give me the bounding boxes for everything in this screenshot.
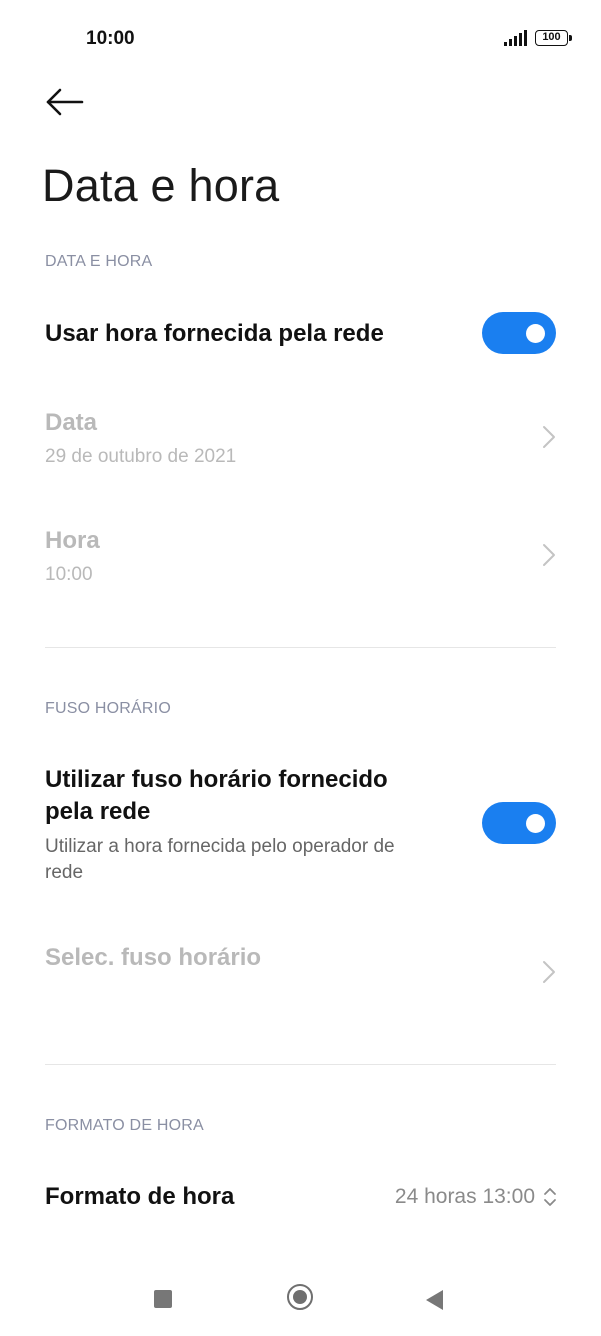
chevron-right-icon [543,544,555,566]
recents-square-icon[interactable] [154,1290,172,1308]
back-arrow-icon[interactable] [46,86,84,118]
time-label: Hora [45,527,100,554]
time-format-selector[interactable]: 24 horas 13:00 [395,1185,557,1209]
time-format-value: 24 horas 13:00 [394,1185,535,1208]
network-timezone-label-line2: pela rede [45,798,151,825]
section-divider [45,647,556,648]
time-format-row[interactable]: Formato de hora 24 horas 13:00 [0,1165,601,1231]
date-label: Data [45,409,98,436]
date-row[interactable]: Data 29 de outubro de 2021 [0,400,601,480]
chevron-right-icon [543,961,555,983]
toggle-knob [526,324,545,343]
status-time: 10:00 [86,28,135,49]
date-value: 29 de outubro de 2021 [45,446,237,467]
battery-tip [569,35,572,41]
home-circle-icon[interactable] [287,1284,313,1310]
network-timezone-row[interactable]: Utilizar fuso horário fornecido pela red… [0,760,601,890]
select-timezone-row[interactable]: Selec. fuso horário [0,930,601,1010]
section-heading-date-time: DATA E HORA [45,253,153,270]
section-divider [45,1064,556,1065]
page-title: Data e hora [42,160,280,211]
network-time-toggle[interactable] [482,312,556,354]
network-timezone-desc-line1: Utilizar a hora fornecida pelo operador … [45,836,395,857]
back-triangle-icon[interactable] [426,1290,443,1310]
network-time-label: Usar hora fornecida pela rede [45,320,384,347]
select-timezone-label: Selec. fuso horário [45,944,262,971]
chevron-right-icon [543,426,555,448]
network-timezone-toggle[interactable] [482,802,556,844]
network-time-row[interactable]: Usar hora fornecida pela rede [0,300,601,368]
up-down-chevron-icon [544,1188,556,1206]
battery-icon: 100 [535,30,568,46]
time-row[interactable]: Hora 10:00 [0,518,601,598]
network-timezone-label-line1: Utilizar fuso horário fornecido [45,766,388,793]
time-value: 10:00 [45,564,93,585]
time-format-label: Formato de hora [45,1183,235,1210]
section-heading-timezone: FUSO HORÁRIO [45,700,171,717]
section-heading-time-format: FORMATO DE HORA [45,1117,204,1134]
toggle-knob [526,814,545,833]
signal-icon [504,30,527,46]
network-timezone-desc-line2: rede [45,862,84,883]
